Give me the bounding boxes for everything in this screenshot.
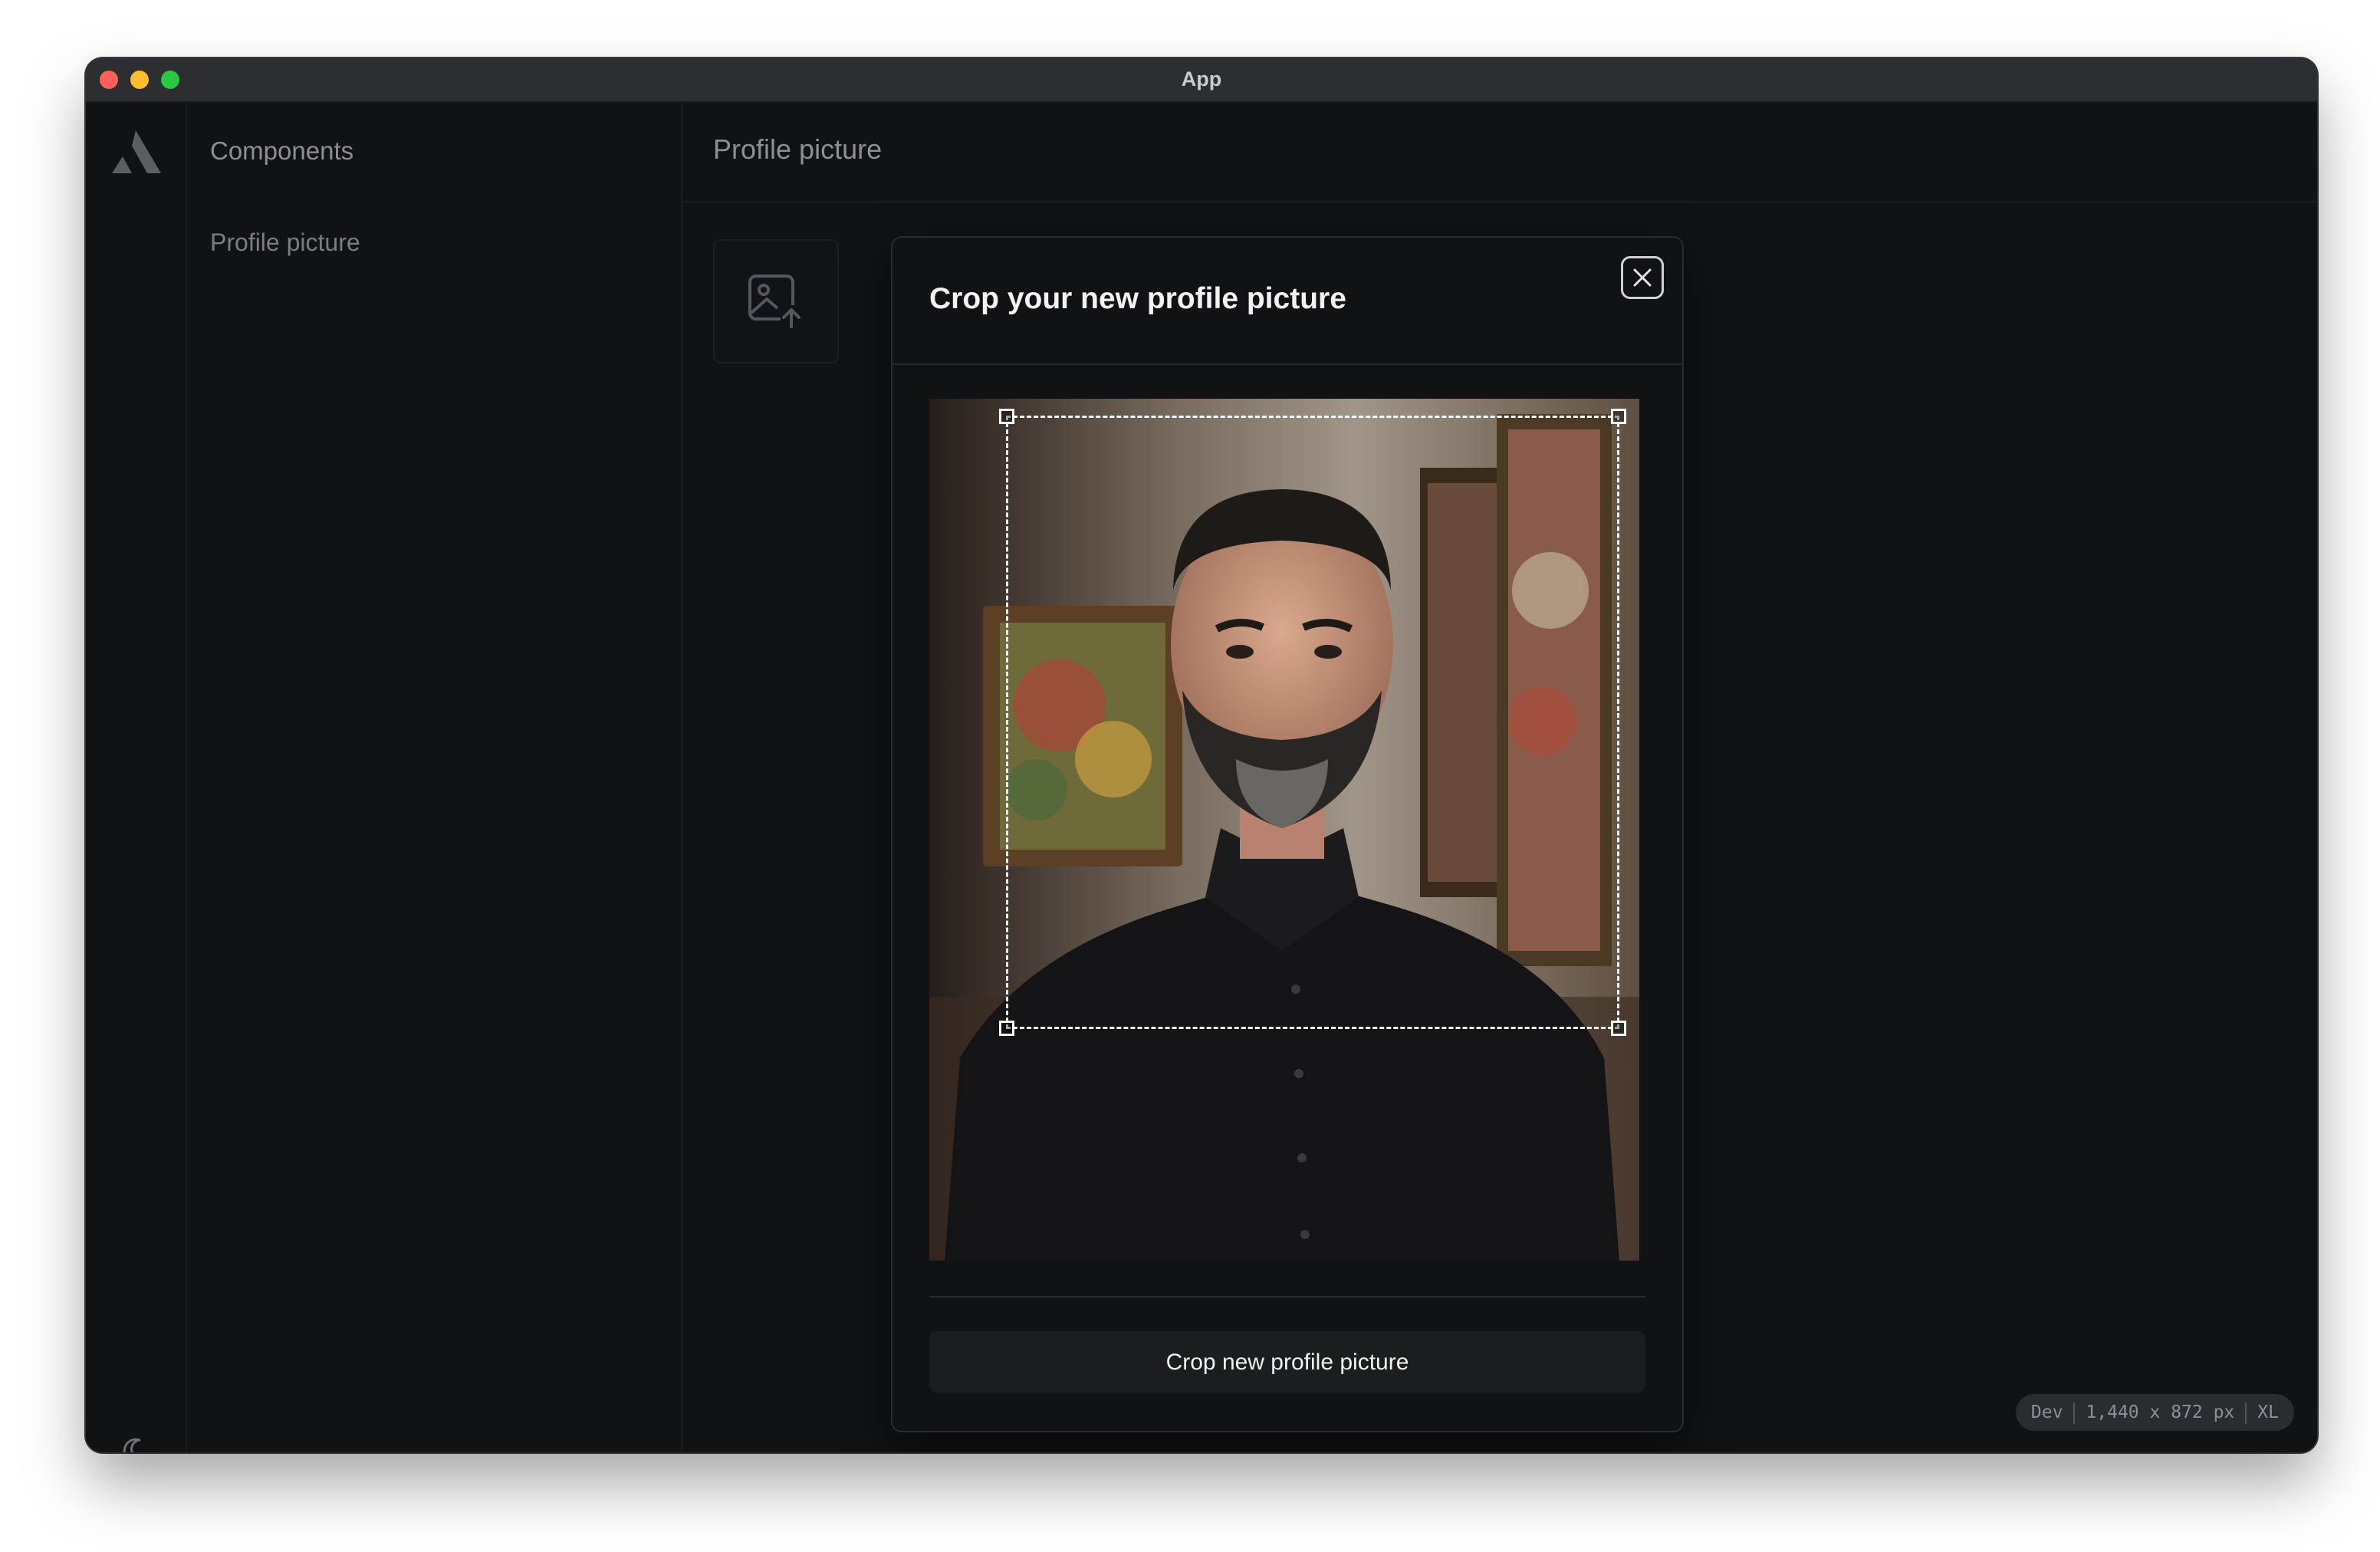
dialog-divider bbox=[929, 1296, 1645, 1297]
icon-rail bbox=[86, 103, 187, 1452]
triangle-logo-icon[interactable] bbox=[109, 129, 163, 175]
dev-breakpoint-label: XL bbox=[2257, 1402, 2279, 1422]
sidebar-heading: Components bbox=[210, 136, 354, 165]
close-icon bbox=[1633, 268, 1652, 287]
dialog-header: Crop your new profile picture bbox=[893, 238, 1682, 365]
sidebar-item-profile-picture[interactable]: Profile picture bbox=[210, 229, 360, 257]
app-window: App Components Profile picture Profile p… bbox=[86, 58, 2317, 1452]
crop-handle-bottom-right[interactable] bbox=[1611, 1021, 1626, 1036]
page-title: Profile picture bbox=[713, 133, 883, 165]
profile-picture-upload[interactable] bbox=[713, 239, 839, 363]
dev-status-badge: Dev 1,440 x 872 px XL bbox=[2015, 1394, 2294, 1431]
moon-icon[interactable] bbox=[118, 1434, 152, 1452]
crop-handle-bottom-left[interactable] bbox=[999, 1021, 1014, 1036]
crop-profile-picture-button[interactable]: Crop new profile picture bbox=[929, 1331, 1645, 1393]
close-dialog-button[interactable] bbox=[1621, 256, 1664, 299]
image-upload-icon bbox=[748, 275, 804, 330]
sidebar: Components Profile picture bbox=[187, 103, 682, 1452]
crop-handle-top-right[interactable] bbox=[1611, 409, 1626, 424]
title-bar: App bbox=[86, 58, 2317, 103]
dev-size-label: 1,440 x 872 px bbox=[2086, 1402, 2235, 1422]
dev-env-label: Dev bbox=[2030, 1402, 2063, 1422]
crop-selection-area[interactable] bbox=[999, 409, 1626, 1036]
crop-dialog: Crop your new profile picture Crop new p… bbox=[891, 236, 1684, 1432]
window-title: App bbox=[1181, 67, 1222, 90]
profile-photo-preview bbox=[929, 399, 1639, 1261]
crop-handle-top-left[interactable] bbox=[999, 409, 1014, 424]
dialog-title: Crop your new profile picture bbox=[929, 282, 1346, 315]
main-header: Profile picture bbox=[682, 103, 2317, 202]
